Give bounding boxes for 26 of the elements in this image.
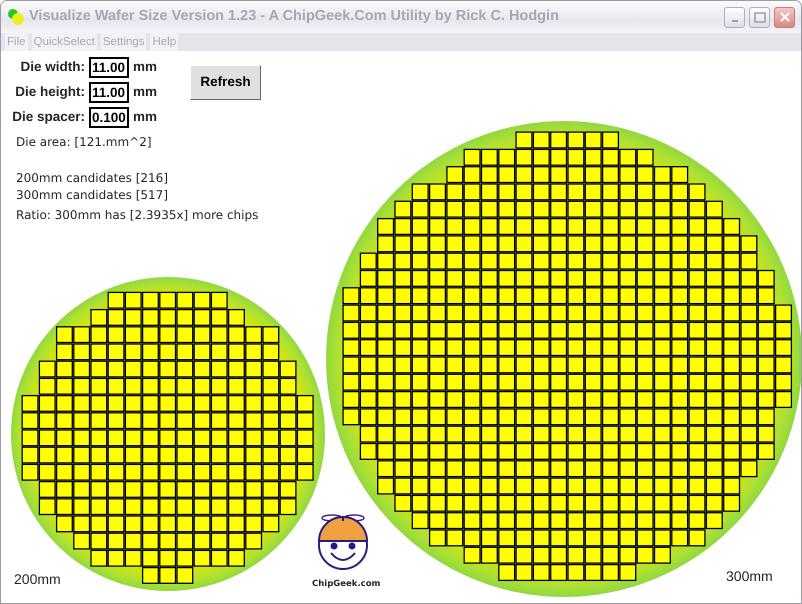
wafer-size-label: 300mm	[726, 567, 773, 586]
field-label: Die width:	[20, 58, 86, 76]
field-label: Die spacer:	[11, 108, 86, 126]
close-button[interactable]	[774, 6, 795, 28]
maximize-icon	[754, 12, 766, 22]
input-field[interactable]: 11.00	[89, 82, 129, 103]
window-title: Visualize Wafer Size Version 1.23 - A ChipGeek.Com Utility by Rick C. Hodgin	[29, 7, 559, 26]
close-icon	[778, 11, 790, 23]
input-field[interactable]: 11.00	[89, 57, 129, 78]
result-text: 300mm candidates [517]	[16, 187, 169, 204]
result-text: Ratio: 300mm has [2.3935x] more chips	[16, 207, 260, 224]
result-text: 200mm candidates [216]	[16, 170, 169, 187]
app-icon	[7, 8, 25, 26]
smiley-logo-icon	[318, 514, 368, 570]
field-label: Die height:	[14, 83, 86, 102]
refresh-button[interactable]: Refresh	[190, 65, 261, 100]
minimize-icon	[732, 20, 738, 22]
die-area-text: Die area: [121.mm^2]	[16, 134, 153, 151]
minimize-button[interactable]	[724, 6, 745, 28]
unit-label: mm	[133, 108, 158, 126]
unit-label: mm	[133, 83, 158, 102]
maximize-button[interactable]	[749, 6, 770, 28]
unit-label: mm	[133, 58, 158, 76]
wafer-size-label: 200mm	[14, 570, 61, 589]
input-field[interactable]: 0.100	[89, 107, 129, 128]
logo-text: ChipGeek.com	[312, 578, 380, 591]
